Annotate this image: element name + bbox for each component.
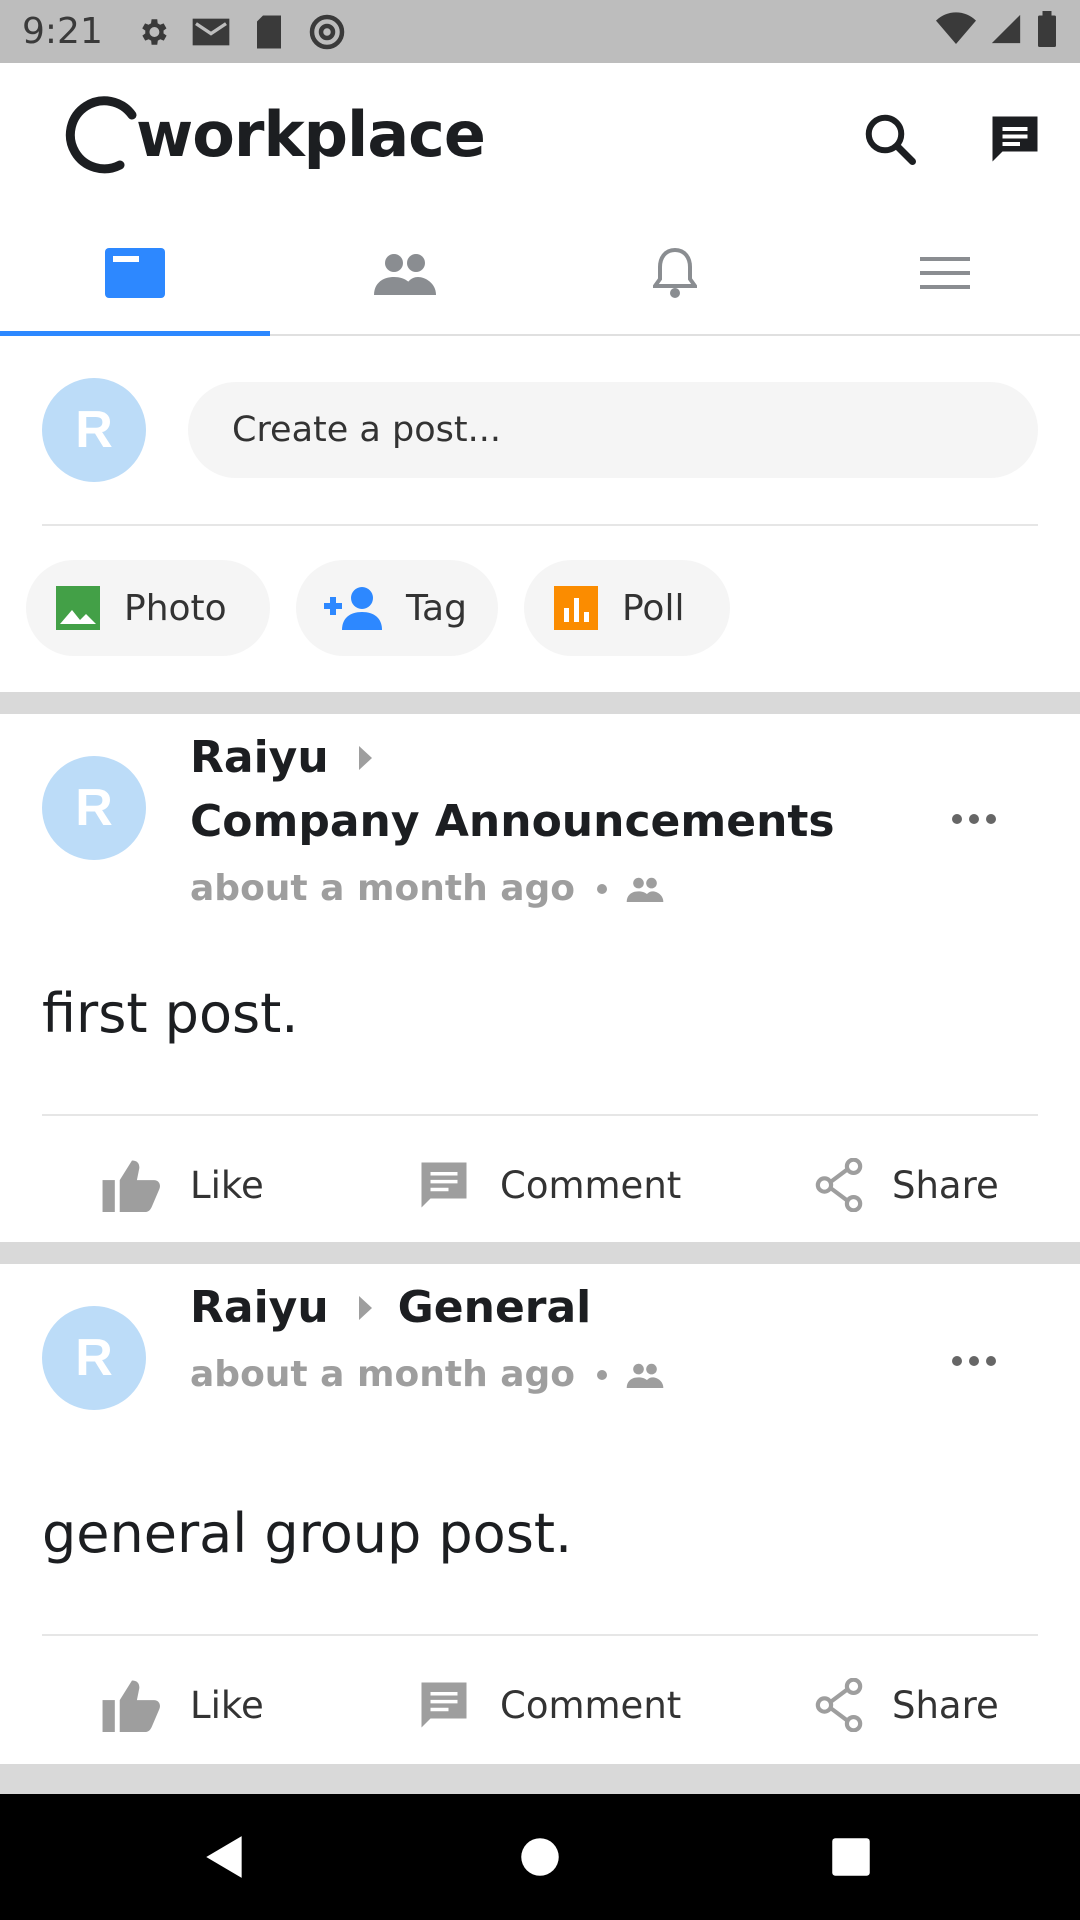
search-icon xyxy=(865,114,916,165)
recents-square-icon xyxy=(832,1838,870,1876)
add-person-icon xyxy=(324,587,382,630)
like-button[interactable]: Like xyxy=(102,1678,264,1732)
signal-icon xyxy=(988,12,1024,51)
more-options-icon[interactable] xyxy=(952,1356,996,1366)
share-label: Share xyxy=(892,1683,999,1727)
post-time[interactable]: about a month ago xyxy=(190,868,575,909)
comment-icon xyxy=(421,1162,467,1208)
news-feed-icon xyxy=(105,247,165,298)
back-button[interactable] xyxy=(200,1832,250,1882)
post-author[interactable]: Raiyu xyxy=(190,1282,329,1333)
post-author-line: Raiyu General xyxy=(190,1282,591,1333)
wifi-icon xyxy=(936,12,976,51)
tag-label: Tag xyxy=(406,587,467,629)
share-button[interactable]: Share xyxy=(814,1158,999,1212)
post-group[interactable]: General xyxy=(398,1282,592,1333)
caret-right-icon xyxy=(358,1295,372,1320)
share-icon xyxy=(815,1678,863,1732)
post-meta: about a month ago xyxy=(190,868,665,909)
post-author-line: Raiyu xyxy=(190,732,398,783)
bell-icon xyxy=(653,247,697,298)
tag-button[interactable]: Tag xyxy=(296,560,498,656)
feed-separator xyxy=(0,1764,1080,1794)
post-author[interactable]: Raiyu xyxy=(190,732,329,783)
audience-group-icon xyxy=(626,877,664,902)
feed-separator xyxy=(0,1242,1080,1264)
post-group[interactable]: Company Announcements xyxy=(190,796,835,847)
feed-post: R Raiyu Company Announcements about a mo… xyxy=(0,714,1080,1242)
comment-button[interactable]: Comment xyxy=(416,1158,681,1212)
tab-menu[interactable] xyxy=(810,211,1080,334)
recents-button[interactable] xyxy=(826,1832,876,1882)
like-label: Like xyxy=(190,1163,264,1207)
divider xyxy=(42,1634,1038,1636)
gmail-icon xyxy=(191,12,231,52)
avatar: R xyxy=(42,378,146,482)
workplace-logo: workplace xyxy=(60,89,486,179)
groups-icon xyxy=(374,253,436,295)
home-button[interactable] xyxy=(515,1832,565,1882)
like-button[interactable]: Like xyxy=(102,1158,264,1212)
divider xyxy=(42,524,1038,526)
dot-separator xyxy=(597,1369,608,1380)
system-nav-bar xyxy=(0,1794,1080,1920)
audience-group-icon xyxy=(626,1363,664,1388)
feed-post: R Raiyu General about a month ago genera… xyxy=(0,1264,1080,1764)
chat-button[interactable] xyxy=(985,109,1045,169)
thumbs-up-icon xyxy=(102,1160,160,1212)
chat-icon xyxy=(992,116,1038,162)
comment-label: Comment xyxy=(500,1683,682,1727)
search-button[interactable] xyxy=(860,109,920,169)
comment-label: Comment xyxy=(500,1163,682,1207)
avatar: R xyxy=(42,1306,146,1410)
comment-icon xyxy=(421,1682,467,1728)
post-time[interactable]: about a month ago xyxy=(190,1354,575,1395)
more-options-icon[interactable] xyxy=(952,814,996,824)
menu-icon xyxy=(920,256,970,289)
post-meta: about a month ago xyxy=(190,1354,665,1395)
home-circle-icon xyxy=(521,1838,559,1876)
share-button[interactable]: Share xyxy=(814,1678,999,1732)
tab-groups[interactable] xyxy=(270,211,540,334)
tab-notifications[interactable] xyxy=(540,211,810,334)
status-bar: 9:21 xyxy=(0,0,1080,63)
workplace-logo-mark-icon xyxy=(65,96,137,174)
back-triangle-icon xyxy=(206,1836,242,1878)
at-sign-icon xyxy=(307,12,347,52)
avatar: R xyxy=(42,756,146,860)
poll-icon xyxy=(554,586,598,630)
post-text: first post. xyxy=(42,982,299,1045)
tab-bar xyxy=(0,211,1080,336)
comment-button[interactable]: Comment xyxy=(416,1678,681,1732)
dot-separator xyxy=(597,883,608,894)
tab-news-feed[interactable] xyxy=(0,211,270,336)
share-icon xyxy=(815,1158,863,1212)
poll-label: Poll xyxy=(622,587,685,629)
sd-card-icon xyxy=(249,12,289,52)
settings-icon xyxy=(133,12,173,52)
post-text: general group post. xyxy=(42,1502,573,1565)
app-wordmark: workplace xyxy=(136,97,486,171)
share-label: Share xyxy=(892,1163,999,1207)
app-header: workplace xyxy=(0,63,1080,211)
like-label: Like xyxy=(190,1683,264,1727)
photo-label: Photo xyxy=(124,587,227,629)
battery-icon xyxy=(1036,11,1058,52)
divider xyxy=(42,1114,1038,1116)
poll-button[interactable]: Poll xyxy=(524,560,730,656)
caret-right-icon xyxy=(358,745,372,770)
photo-icon xyxy=(56,586,100,630)
feed-separator xyxy=(0,692,1080,714)
thumbs-up-icon xyxy=(102,1680,160,1732)
status-time: 9:21 xyxy=(22,11,103,52)
post-composer: R Create a post... Photo Tag Poll xyxy=(0,336,1080,692)
create-post-input[interactable]: Create a post... xyxy=(188,382,1038,478)
photo-button[interactable]: Photo xyxy=(26,560,270,656)
